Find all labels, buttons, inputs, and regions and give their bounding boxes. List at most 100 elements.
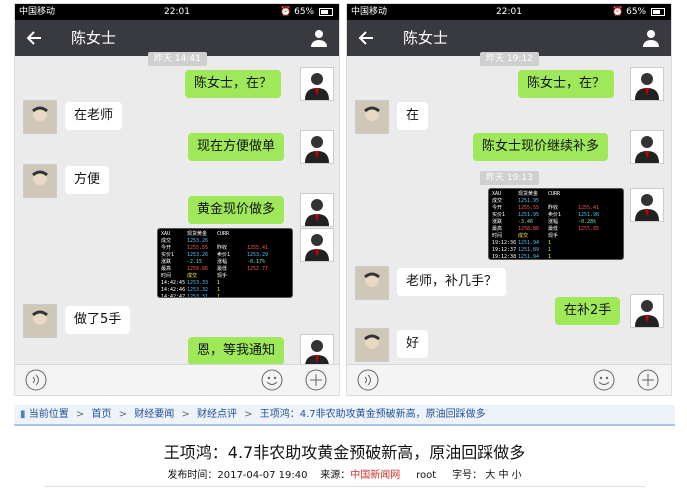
quote-cell: 现货黄金 (518, 191, 539, 197)
message-bubble-sent[interactable]: 现在方便做单 (188, 133, 285, 161)
quote-cell: 1255.85 (578, 226, 600, 232)
profile-photo-icon (24, 101, 56, 133)
breadcrumb-finance-review[interactable]: 财经点评 (197, 405, 237, 424)
plus-icon[interactable] (305, 369, 327, 391)
contact-avatar[interactable] (355, 100, 389, 134)
quote-cell: 昨收 (548, 205, 559, 211)
quote-cell: 最高 (492, 226, 503, 232)
quote-row: 19:12:38 1251.94 1 (492, 254, 620, 259)
chat-header: 陈女士 (15, 20, 339, 56)
quote-cell: 现手 (548, 233, 559, 239)
my-avatar[interactable] (300, 228, 334, 262)
quote-cell: 买价1 (161, 252, 175, 258)
quote-row: 最高 1258.86 最低 1252.77 (161, 266, 289, 273)
battery-icon (651, 7, 665, 16)
my-avatar[interactable] (300, 193, 334, 227)
profile-photo-icon (635, 194, 659, 221)
quote-screenshot[interactable]: XAU 现货黄金 CURR 成交 1253.26 今开 1255.55 昨收 1255.41 买价… (157, 228, 293, 298)
breadcrumb: ▮ 当前位置 > 首页 > 财经要闻 > 财经点评 > 王项鸿：4.7非农助攻黄… (14, 405, 675, 426)
battery-percent: 65% (294, 7, 315, 17)
message-bubble-received[interactable]: 好 (397, 330, 429, 358)
alarm-icon: ⏰ (280, 7, 292, 17)
quote-row: 最高 1258.86 最低 1255.85 (492, 226, 620, 233)
quote-row: 19:12:36 1251.94 1 (492, 240, 620, 247)
chat-screenshot-right: 中国移动 22:01 ⏰ 65% 陈女士 昨天 19:12 陈女士，在？ 在 陈… (346, 3, 672, 396)
breadcrumb-separator: > (75, 409, 85, 420)
contact-info-icon[interactable] (641, 28, 661, 48)
my-avatar[interactable] (300, 67, 334, 101)
quote-cell: 最高 (161, 266, 172, 272)
timestamp: 昨天 14:41 (148, 52, 207, 66)
breadcrumb-current[interactable]: 王项鸿：4.7非农助攻黄金预破新高，原油回踩做多 (260, 405, 486, 424)
contact-info-icon[interactable] (309, 28, 329, 48)
quote-cell: 1255.41 (578, 205, 600, 211)
quote-cell: -2.15 (187, 259, 203, 265)
my-avatar[interactable] (630, 294, 664, 328)
profile-photo-icon (305, 340, 329, 367)
message-bubble-sent[interactable]: 陈女士现价继续补多 (473, 133, 609, 161)
quote-cell: 1 (548, 247, 552, 253)
my-avatar[interactable] (630, 67, 664, 101)
contact-avatar[interactable] (23, 164, 57, 198)
font-size-large[interactable]: 大 (485, 470, 495, 481)
quote-cell: 1253.29 (247, 252, 269, 258)
timestamp: 昨天 19:13 (480, 171, 539, 185)
message-bubble-received[interactable]: 老师，补几手？ (397, 268, 507, 296)
quote-cell: 1251.98 (578, 212, 600, 218)
battery-status: ⏰ 65% (280, 4, 333, 20)
message-bubble-received[interactable]: 在 (397, 102, 429, 130)
quote-cell: 成交 (161, 238, 172, 244)
chat-title: 陈女士 (403, 29, 449, 47)
plus-icon[interactable] (637, 369, 659, 391)
back-arrow-icon[interactable] (357, 28, 377, 48)
contact-avatar[interactable] (23, 100, 57, 134)
breadcrumb-home[interactable]: 首页 (91, 405, 111, 424)
chat-header: 陈女士 (347, 20, 671, 56)
message-list[interactable]: 昨天 19:12 陈女士，在？ 在 陈女士现价继续补多 昨天 19:13 XAU… (347, 52, 671, 367)
message-bubble-sent[interactable]: 陈女士，在？ (185, 70, 282, 98)
my-avatar[interactable] (630, 188, 664, 222)
quote-cell: 1253.26 (187, 252, 209, 258)
breadcrumb-separator: > (118, 409, 128, 420)
emoji-icon[interactable] (261, 369, 283, 391)
quote-row: 成交 1251.95 (492, 198, 620, 205)
message-list[interactable]: 昨天 14:41 陈女士，在？ 在老师 现在方便做单 方便 黄金现价做多 XAU… (15, 52, 339, 368)
battery-icon (319, 7, 333, 16)
quote-cell: 19:12:37 (492, 247, 517, 253)
quote-cell: 1253.26 (187, 238, 209, 244)
source-link[interactable]: 中国新闻网 (350, 470, 400, 481)
profile-photo-icon (356, 267, 388, 299)
font-size-medium[interactable]: 中 (498, 470, 508, 481)
voice-icon[interactable] (357, 369, 379, 391)
font-size-small[interactable]: 小 (512, 470, 522, 481)
source-label: 来源： (320, 470, 351, 481)
my-avatar[interactable] (300, 130, 334, 164)
quote-row: XAU 现货黄金 CURR (161, 231, 289, 238)
message-bubble-sent[interactable]: 陈女士，在？ (518, 70, 615, 98)
message-bubble-sent[interactable]: 恩，等我通知 (188, 337, 285, 365)
quote-cell: 1258.86 (518, 226, 540, 232)
quote-cell: 时间 (492, 233, 503, 239)
contact-avatar[interactable] (355, 266, 389, 300)
contact-avatar[interactable] (23, 304, 57, 338)
breadcrumb-separator: > (244, 409, 253, 420)
my-avatar[interactable] (630, 130, 664, 164)
message-bubble-received[interactable]: 做了5手 (65, 306, 131, 334)
contact-avatar[interactable] (355, 328, 389, 362)
message-bubble-received[interactable]: 方便 (65, 166, 110, 194)
quote-cell: 1255.41 (247, 245, 269, 251)
message-bubble-sent[interactable]: 在补2手 (555, 297, 621, 325)
message-bubble-sent[interactable]: 黄金现价做多 (188, 196, 285, 224)
quote-cell: 1252.77 (247, 266, 269, 272)
divider (44, 486, 645, 487)
voice-icon[interactable] (25, 369, 47, 391)
my-avatar[interactable] (300, 334, 334, 368)
message-bubble-received[interactable]: 在老师 (65, 102, 123, 130)
breadcrumb-finance-news[interactable]: 财经要闻 (134, 405, 174, 424)
back-arrow-icon[interactable] (25, 28, 45, 48)
emoji-icon[interactable] (593, 369, 615, 391)
quote-cell: 1253.32 (187, 287, 209, 293)
battery-percent: 65% (626, 7, 647, 17)
quote-screenshot[interactable]: XAU 现货黄金 CURR 成交 1251.95 今开 1255.55 昨收 1255.41 买价… (488, 188, 624, 260)
quote-cell: 今开 (161, 245, 172, 251)
